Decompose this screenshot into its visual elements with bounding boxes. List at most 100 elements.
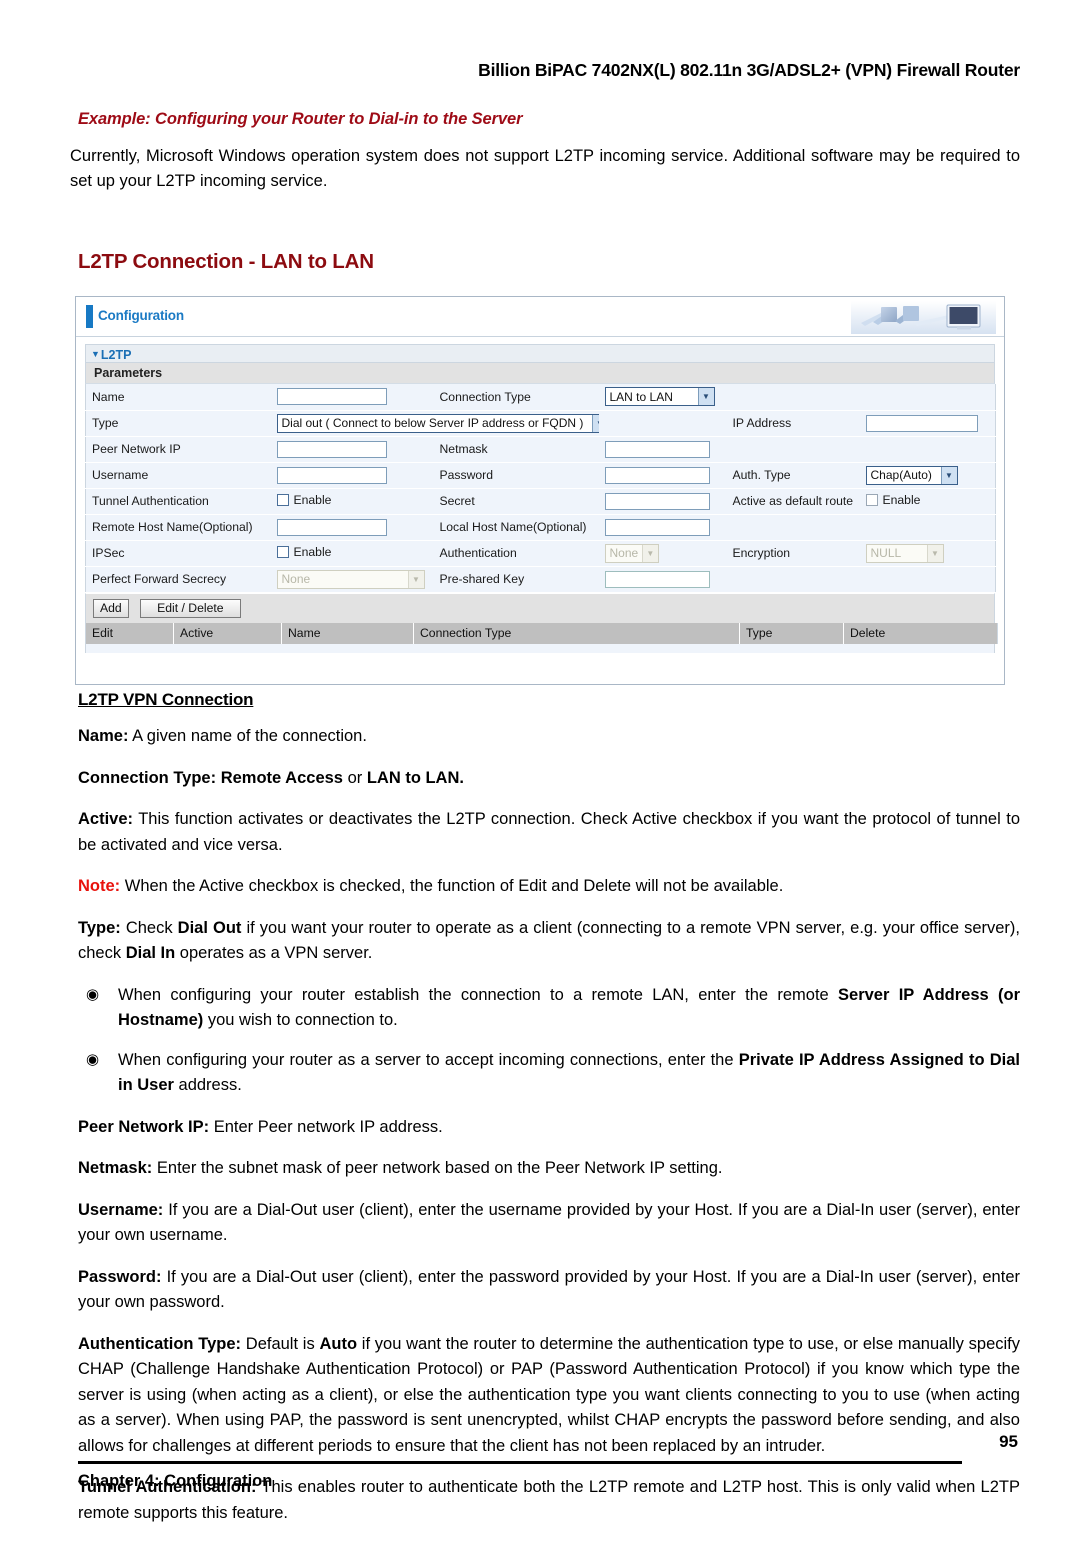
paragraph-connection-type: Connection Type: Remote Access or LAN to… xyxy=(78,766,1020,792)
chevron-down-icon: ▼ xyxy=(642,544,658,562)
connection-type-end: LAN to LAN. xyxy=(366,768,464,787)
chevron-down-icon: ▼ xyxy=(407,570,424,588)
footer-chapter-label: Chapter 4: Configuration xyxy=(78,1472,273,1490)
row-label-local-host-name: Local Host Name(Optional) xyxy=(433,514,599,541)
ipsec-enable-label: Enable xyxy=(293,545,332,559)
footer-divider xyxy=(78,1461,962,1464)
username-input[interactable] xyxy=(276,466,387,484)
type-value: Dial out ( Connect to below Server IP ad… xyxy=(281,416,584,430)
peer-network-ip-input[interactable] xyxy=(276,440,387,458)
bullet-list: ◉ When configuring your router establish … xyxy=(70,983,1020,1099)
row-label-netmask: Netmask xyxy=(433,436,599,463)
perfect-forward-secrecy-value: None xyxy=(281,572,311,586)
empty-cell xyxy=(859,384,996,411)
field-local-host-name xyxy=(598,514,727,541)
ui-body: ▼L2TP Parameters Name Connection Type LA… xyxy=(76,337,1004,653)
encryption-select[interactable]: NULL ▼ xyxy=(865,543,944,563)
term-note: Note: xyxy=(78,877,121,895)
page-title: L2TP Connection - LAN to LAN xyxy=(78,250,374,273)
field-perfect-forward-secrecy: None ▼ xyxy=(270,566,434,593)
empty-cell xyxy=(726,514,860,541)
row-label-peer-network-ip: Peer Network IP xyxy=(85,436,271,463)
authentication-value: None xyxy=(609,546,639,560)
term-connection-type: Connection Type: Remote Access xyxy=(78,768,343,787)
term-netmask: Netmask: xyxy=(78,1159,153,1177)
bullet-0-t1: When configuring your router establish t… xyxy=(118,985,839,1004)
paragraph-password: Password: If you are a Dial-Out user (cl… xyxy=(78,1265,1020,1316)
secret-input[interactable] xyxy=(604,492,710,510)
field-encryption: NULL ▼ xyxy=(859,540,996,567)
add-button[interactable]: Add xyxy=(93,598,129,618)
column-header-active: Active xyxy=(173,622,282,644)
username-text: If you are a Dial-Out user (client), ent… xyxy=(78,1200,1020,1245)
panel-actions: Add Edit / Delete xyxy=(85,592,995,623)
field-connection-type: LAN to LAN ▼ xyxy=(598,384,727,411)
list-item: ◉ When configuring your router establish … xyxy=(78,983,1020,1034)
netmask-text: Enter the subnet mask of peer network ba… xyxy=(152,1159,723,1177)
panel-heading-label: L2TP xyxy=(100,348,132,362)
paragraph-authentication-type: Authentication Type: Default is Auto if … xyxy=(78,1332,1020,1460)
tunnel-authentication-enable-label: Enable xyxy=(293,493,332,507)
row-label-username: Username xyxy=(85,462,271,489)
field-peer-network-ip xyxy=(270,436,434,463)
empty-cell xyxy=(726,436,860,463)
row-label-authentication: Authentication xyxy=(433,540,599,567)
empty-cell xyxy=(859,566,996,593)
connections-list-empty-area xyxy=(85,643,995,653)
name-input[interactable] xyxy=(276,388,387,406)
checkbox-icon xyxy=(276,494,289,506)
table-row: Name Connection Type LAN to LAN ▼ xyxy=(85,384,996,411)
bullet-1-t2: address. xyxy=(173,1076,242,1094)
empty-cell xyxy=(726,566,860,593)
password-input[interactable] xyxy=(604,466,710,484)
paragraph-active-text: This function activates or deactivates t… xyxy=(78,810,1020,854)
netmask-input[interactable] xyxy=(604,440,710,458)
bullet-0-t2: you wish to connection to. xyxy=(203,1011,398,1029)
column-header-name: Name xyxy=(281,622,414,644)
remote-host-name-input[interactable] xyxy=(276,518,387,536)
type-b2: Dial In xyxy=(125,944,176,962)
term-name: Name: xyxy=(78,727,129,745)
empty-cell xyxy=(859,514,996,541)
router-config-screenshot: Configuration ▼L2TP Parameters Name Conn… xyxy=(75,296,1005,685)
encryption-value: NULL xyxy=(870,546,902,560)
connection-type-value: LAN to LAN xyxy=(609,389,673,404)
table-row: IPSec Enable Authentication None ▼ Encry… xyxy=(85,540,996,567)
intro-paragraph: Currently, Microsoft Windows operation s… xyxy=(70,147,1020,190)
row-label-password: Password xyxy=(433,462,599,489)
field-type: Dial out ( Connect to below Server IP ad… xyxy=(270,410,599,437)
pre-shared-key-input[interactable] xyxy=(604,570,710,588)
active-as-default-route-checkbox[interactable]: Enable xyxy=(865,493,920,507)
edit-delete-button[interactable]: Edit / Delete xyxy=(140,598,241,618)
local-host-name-input[interactable] xyxy=(604,518,710,536)
column-header-delete: Delete xyxy=(843,622,998,644)
paragraph-name: Name: A given name of the connection. xyxy=(78,724,1020,750)
ipsec-checkbox[interactable]: Enable xyxy=(276,545,332,559)
type-select[interactable]: Dial out ( Connect to below Server IP ad… xyxy=(276,413,599,433)
field-name xyxy=(270,384,434,411)
bullet-1-t1: When configuring your router as a server… xyxy=(118,1050,739,1069)
chevron-down-icon: ▼ xyxy=(91,349,100,359)
field-ip-address xyxy=(859,410,996,437)
term-type: Type: xyxy=(78,918,121,937)
row-label-auth-type: Auth. Type xyxy=(726,462,860,489)
field-tunnel-authentication: Enable xyxy=(270,488,434,515)
body-content: L2TP VPN Connection Name: A given name o… xyxy=(70,690,1020,1542)
type-t1: Check xyxy=(120,918,178,937)
connection-type-select[interactable]: LAN to LAN ▼ xyxy=(604,387,715,407)
tunnel-authentication-checkbox[interactable]: Enable xyxy=(276,493,332,507)
authentication-select[interactable]: None ▼ xyxy=(604,543,659,563)
connections-list-header: Edit Active Name Connection Type Type De… xyxy=(85,622,998,644)
ui-titlebar: Configuration xyxy=(76,297,1004,337)
perfect-forward-secrecy-select[interactable]: None ▼ xyxy=(276,569,425,589)
bullet-icon: ◉ xyxy=(86,1050,100,1068)
term-authentication-type: Authentication Type: xyxy=(78,1334,242,1353)
table-row: Type Dial out ( Connect to below Server … xyxy=(85,410,996,437)
panel-heading[interactable]: ▼L2TP xyxy=(85,344,995,363)
row-label-type: Type xyxy=(85,410,271,437)
table-row: Tunnel Authentication Enable Secret Acti… xyxy=(85,488,996,515)
auth-type-select[interactable]: Chap(Auto) ▼ xyxy=(865,465,958,485)
ip-address-input[interactable] xyxy=(865,414,978,432)
table-row: Username Password Auth. Type Chap(Auto) … xyxy=(85,462,996,489)
page-number: 95 xyxy=(999,1432,1018,1451)
